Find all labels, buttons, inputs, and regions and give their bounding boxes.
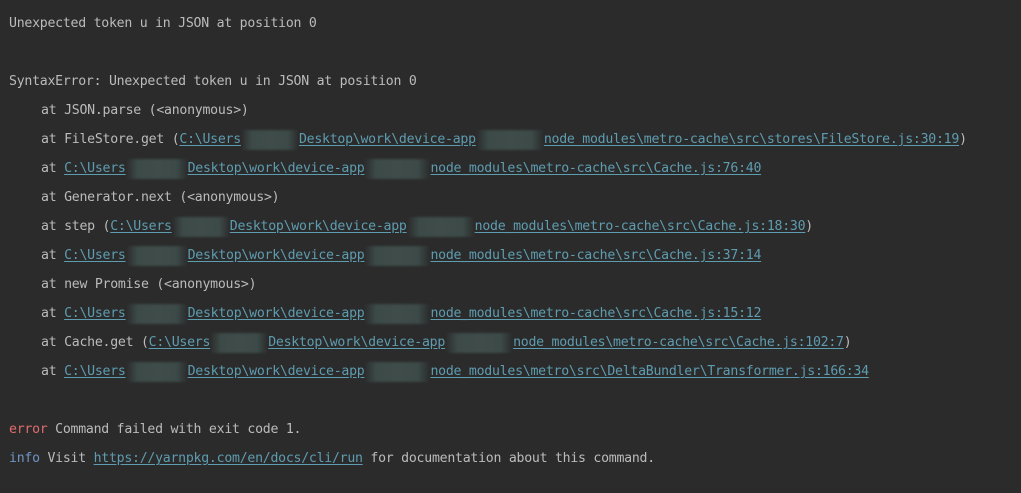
path-part: C:\Users <box>64 161 126 176</box>
path-part: Desktop\work\device-app <box>187 161 365 176</box>
error-message-text: Unexpected token u in JSON at position 0 <box>9 16 317 31</box>
path-part: node_modules\metro-cache\src\Cache.js:15… <box>430 306 762 321</box>
syntax-error-text: SyntaxError: Unexpected token u in JSON … <box>9 74 417 89</box>
path-part: Desktop\work\device-app <box>187 364 365 379</box>
info-text: Visit <box>39 451 94 466</box>
path-part: Desktop\work\device-app <box>268 335 446 350</box>
path-part: node_modules\metro\src\DeltaBundler\Tran… <box>430 364 869 379</box>
stack-frame: at JSON.parse (<anonymous>) <box>9 101 1021 130</box>
redacted-username <box>125 246 188 266</box>
path-part: C:\Users <box>110 219 172 234</box>
error-label: error <box>9 422 48 437</box>
file-path-link[interactable]: C:\Users Desktop\work\device-app node_modu… <box>64 362 869 382</box>
redacted-project <box>364 304 431 324</box>
stack-frame: at new Promise (<anonymous>) <box>9 275 1021 304</box>
redacted-project <box>475 130 544 150</box>
error-text: Command failed with exit code 1. <box>47 422 302 437</box>
path-part: C:\Users <box>64 248 126 263</box>
error-line: error Command failed with exit code 1. <box>9 420 1021 449</box>
path-part: C:\Users <box>179 132 241 147</box>
stack-frame-text: at new Promise (<anonymous>) <box>41 277 257 292</box>
stack-frame: at step (C:\Users Desktop\work\device-app… <box>9 217 1021 246</box>
error-message: Unexpected token u in JSON at position 0 <box>9 14 1021 43</box>
path-part: Desktop\work\device-app <box>187 248 365 263</box>
stack-frame: at C:\Users Desktop\work\device-app node_m… <box>9 159 1021 188</box>
stack-frame-suffix: ) <box>959 132 967 147</box>
path-part: node_modules\metro-cache\src\Cache.js:10… <box>513 335 844 350</box>
redacted-username <box>125 304 188 324</box>
redacted-project <box>364 246 431 266</box>
stack-frame-prefix: at step ( <box>41 219 111 234</box>
syntax-error-line: SyntaxError: Unexpected token u in JSON … <box>9 72 1021 101</box>
stack-frame-prefix: at <box>41 248 65 263</box>
info-line: info Visit https://yarnpkg.com/en/docs/c… <box>9 449 1021 478</box>
stack-frame-suffix: ) <box>805 219 813 234</box>
path-part: node_modules\metro-cache\src\Cache.js:37… <box>430 248 762 263</box>
path-part: Desktop\work\device-app <box>298 132 476 147</box>
file-path-link[interactable]: C:\Users Desktop\work\device-app node_modu… <box>64 304 762 324</box>
redacted-username <box>240 130 299 150</box>
stack-frame: at C:\Users Desktop\work\device-app node_m… <box>9 304 1021 333</box>
stack-frame-prefix: at <box>41 161 65 176</box>
path-part: node_modules\metro-cache\src\Cache.js:18… <box>474 219 806 234</box>
stack-frame: at C:\Users Desktop\work\device-app node_m… <box>9 246 1021 275</box>
file-path-link[interactable]: C:\Users Desktop\work\device-app node_modu… <box>179 130 960 150</box>
redacted-project <box>445 333 514 353</box>
file-path-link[interactable]: C:\Users Desktop\work\device-app node_modu… <box>110 217 806 237</box>
redacted-project <box>364 159 431 179</box>
info-text: for documentation about this command. <box>362 451 655 466</box>
path-part: Desktop\work\device-app <box>187 306 365 321</box>
redacted-username <box>210 333 269 353</box>
path-part: node_modules\metro-cache\src\stores\File… <box>543 132 960 147</box>
stack-frame: at C:\Users Desktop\work\device-app node_m… <box>9 362 1021 391</box>
redacted-project <box>364 362 431 382</box>
redacted-project <box>406 217 475 237</box>
stack-frame-prefix: at <box>41 306 65 321</box>
stack-frame: at Generator.next (<anonymous>) <box>9 188 1021 217</box>
stack-frame-prefix: at FileStore.get ( <box>41 132 180 147</box>
stack-frame-prefix: at <box>41 364 65 379</box>
path-part: C:\Users <box>64 306 126 321</box>
redacted-username <box>171 217 230 237</box>
file-path-link[interactable]: C:\Users Desktop\work\device-app node_modu… <box>148 333 844 353</box>
stack-frame-suffix: ) <box>843 335 852 350</box>
redacted-username <box>125 362 188 382</box>
file-path-link[interactable]: C:\Users Desktop\work\device-app node_modu… <box>64 246 762 266</box>
file-path-link[interactable]: C:\Users Desktop\work\device-app node_modu… <box>64 159 762 179</box>
path-part: C:\Users <box>148 335 211 350</box>
redacted-username <box>125 159 188 179</box>
stack-frame-text: at JSON.parse (<anonymous>) <box>41 103 249 118</box>
stack-frame-text: at Generator.next (<anonymous>) <box>41 190 280 205</box>
stack-frame: at FileStore.get (C:\Users Desktop\work\d… <box>9 130 1021 159</box>
stack-frame: at Cache.get (C:\Users Desktop\work\devic… <box>9 333 1021 362</box>
path-part: Desktop\work\device-app <box>229 219 407 234</box>
terminal-output: Unexpected token u in JSON at position 0… <box>0 0 1021 493</box>
path-part: C:\Users <box>64 364 126 379</box>
info-label: info <box>9 451 40 466</box>
path-part: node_modules\metro-cache\src\Cache.js:76… <box>430 161 762 176</box>
docs-link[interactable]: https://yarnpkg.com/en/docs/cli/run <box>94 451 363 466</box>
stack-frame-prefix: at Cache.get ( <box>41 335 149 350</box>
